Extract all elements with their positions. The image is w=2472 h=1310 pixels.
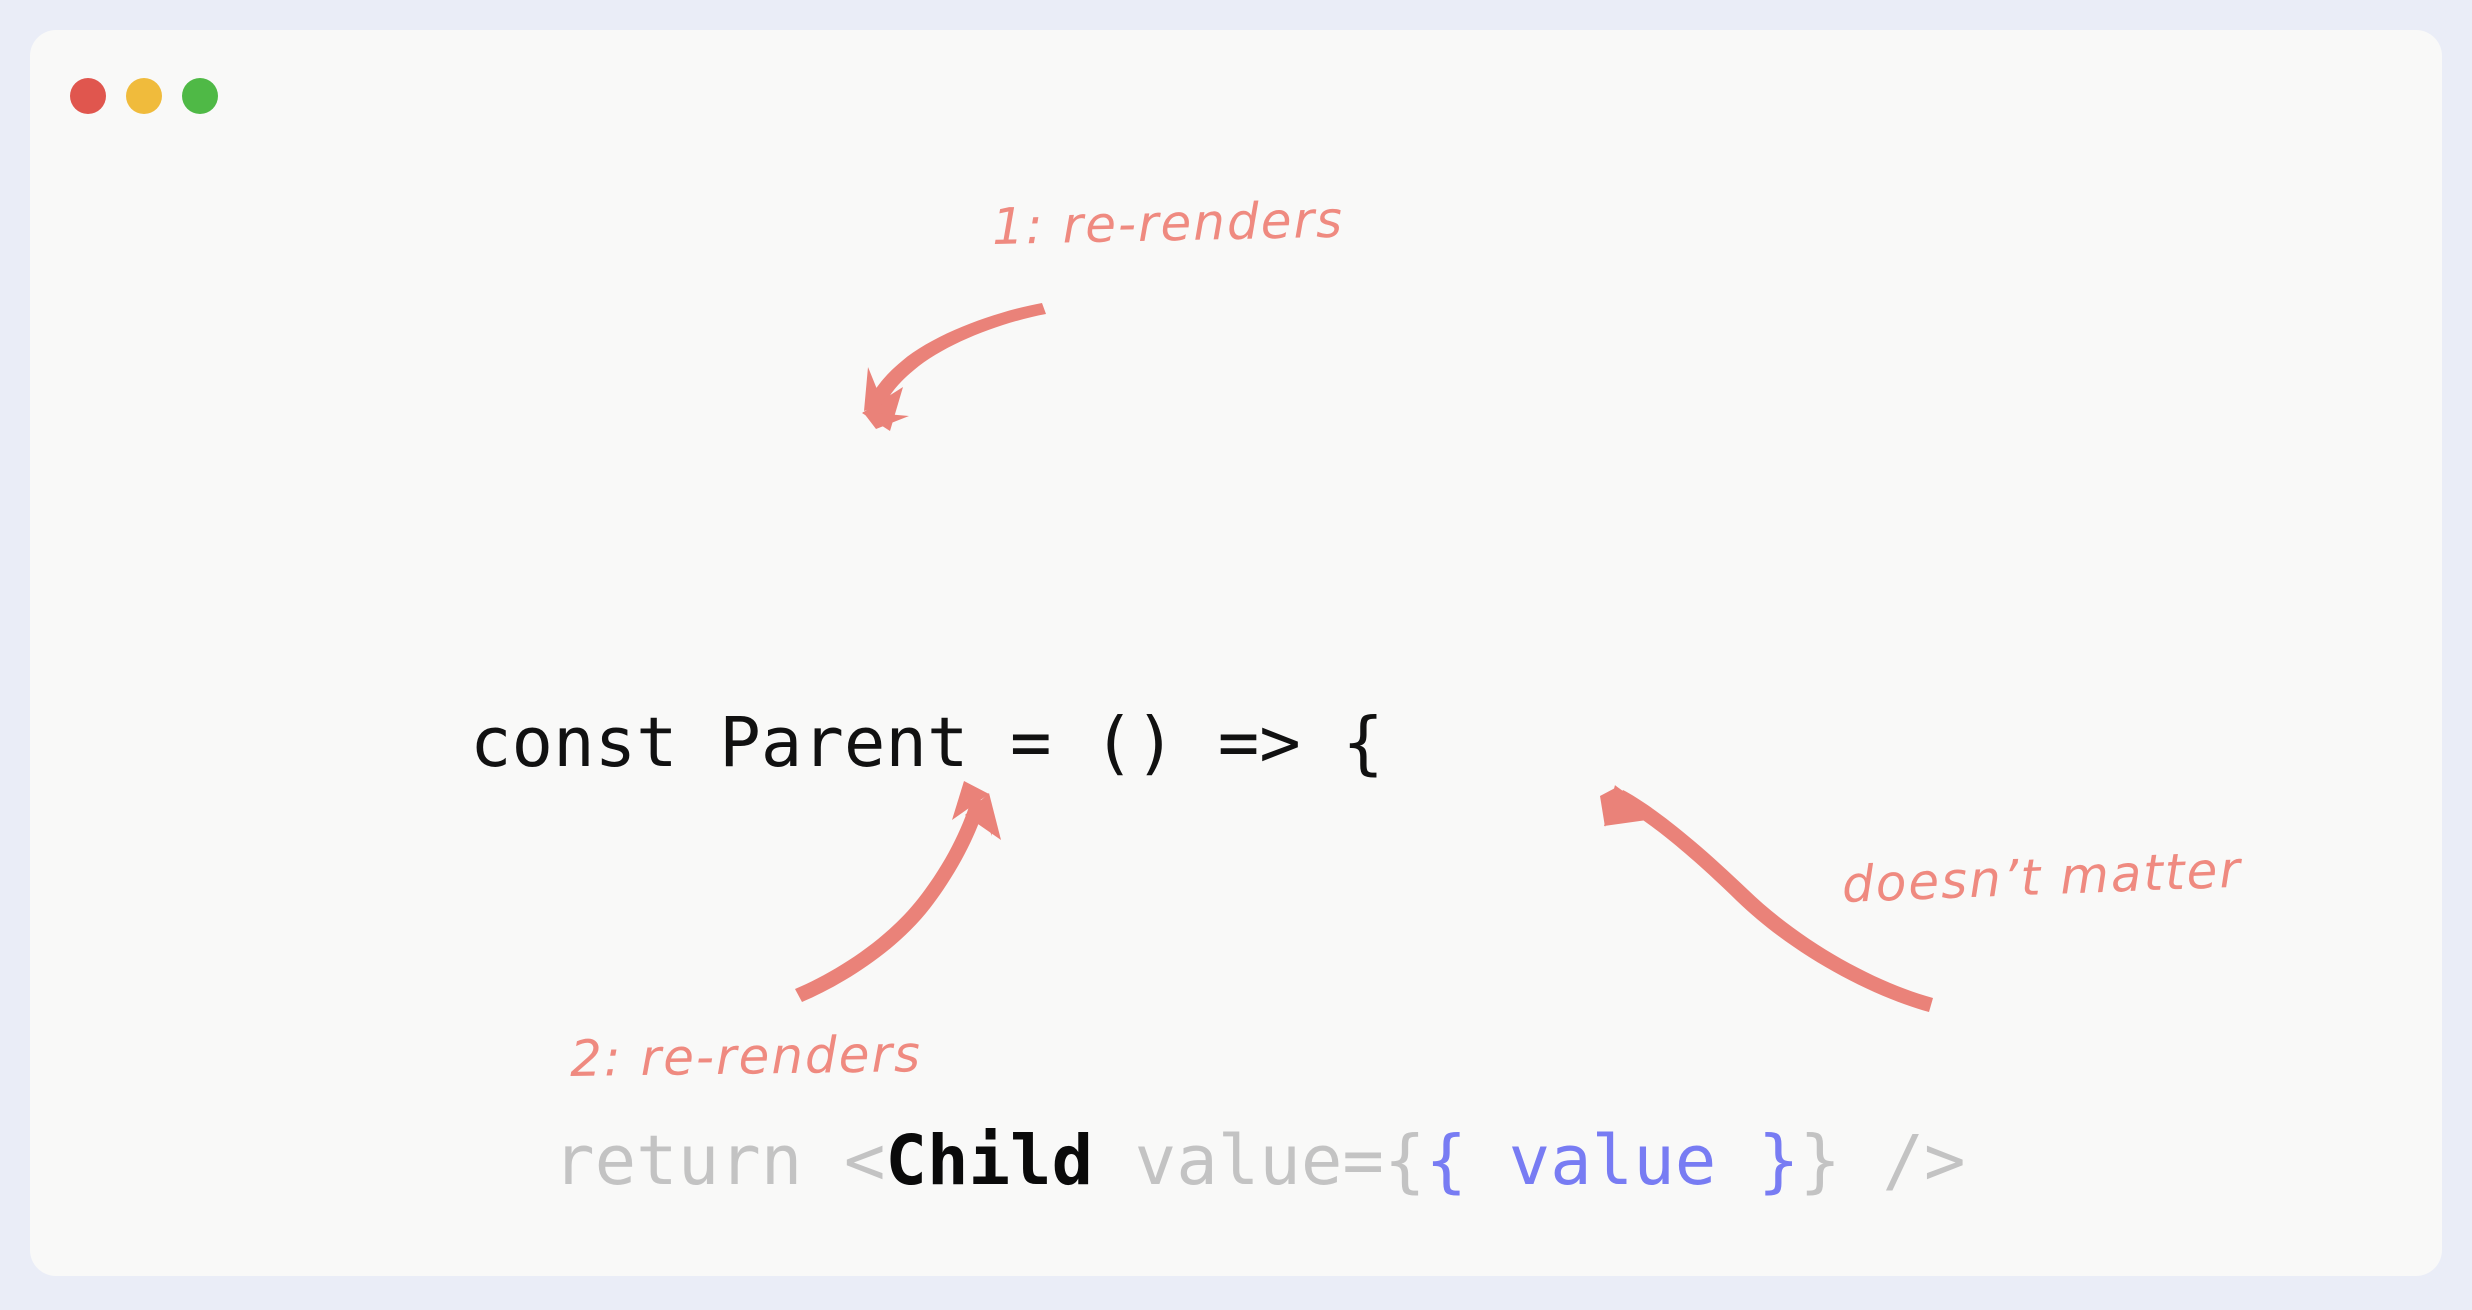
arrow-1-icon <box>862 303 1046 431</box>
annotation-label-2: 2: re-renders <box>569 1025 923 1088</box>
code-token: const Parent = () => { <box>470 703 1384 783</box>
code-token: return <box>470 1121 844 1201</box>
screenshot-root: const Parent = () => { return <Child val… <box>0 0 2472 1310</box>
window-controls <box>70 78 218 114</box>
code-token: { <box>1383 1121 1426 1201</box>
code-token: Child <box>885 1121 1094 1201</box>
code-token: < <box>843 1121 886 1201</box>
code-snippet: const Parent = () => { return <Child val… <box>470 448 1966 1276</box>
annotation-label-1: 1: re-renders <box>991 190 1345 256</box>
close-icon[interactable] <box>70 78 106 114</box>
maximize-icon[interactable] <box>182 78 218 114</box>
code-token: /> <box>1840 1121 1966 1201</box>
window-card: const Parent = () => { return <Child val… <box>30 30 2442 1276</box>
code-token: { value } <box>1425 1121 1800 1201</box>
code-token: value= <box>1093 1121 1384 1201</box>
code-token: } <box>1799 1121 1841 1201</box>
code-line-1: const Parent = () => { <box>470 684 1966 802</box>
code-line-2: return <Child value={{ value }} /> <box>470 1102 1966 1220</box>
minimize-icon[interactable] <box>126 78 162 114</box>
